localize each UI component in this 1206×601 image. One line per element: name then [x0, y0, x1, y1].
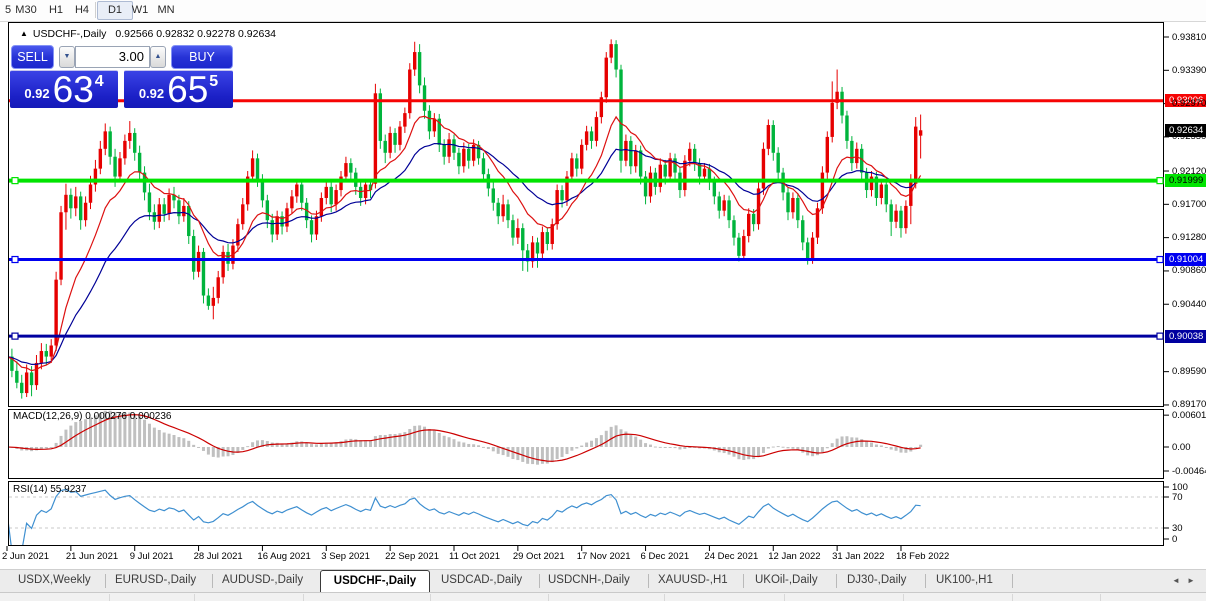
- symbol-tab-bar: USDX,Weekly EURUSD-,Daily AUDUSD-,Daily USD…: [0, 569, 1206, 593]
- tab-separator: [925, 574, 926, 588]
- price-tick-label: 0.91280: [1172, 232, 1206, 244]
- strip-separator: [1012, 594, 1013, 601]
- rsi-name: RSI(14): [13, 484, 48, 495]
- date-tick-label: 22 Sep 2021: [385, 551, 440, 562]
- buy-price-big: 65: [167, 69, 209, 110]
- chart-symbol-label: USDCHF-,Daily: [32, 28, 107, 40]
- strip-separator: [109, 594, 110, 601]
- tab-USDCNH-,Daily[interactable]: USDCNH-,Daily: [548, 574, 630, 586]
- rsi-tick-label: 0: [1172, 533, 1178, 545]
- sell-button[interactable]: SELL: [11, 45, 54, 69]
- bottom-strip: [0, 592, 1206, 601]
- macd-tick-label: 0.00: [1172, 441, 1191, 453]
- date-tick-label: 18 Feb 2022: [895, 551, 950, 562]
- macd-label: MACD(12,26,9) 0.000276 0.000236: [13, 411, 171, 422]
- tab-separator: [212, 574, 213, 588]
- price-tick-label: 0.92120: [1172, 165, 1206, 177]
- tab-UK100-,H1[interactable]: UK100-,H1: [936, 574, 993, 586]
- tab-separator: [539, 574, 540, 588]
- price-tick-label: 0.92970: [1172, 98, 1206, 110]
- tab-USDCHF-,Daily[interactable]: USDCHF-,Daily: [320, 570, 430, 593]
- price-line-label-0.91004: 0.91004: [1165, 253, 1206, 267]
- chevron-down-icon: ▼: [63, 53, 71, 60]
- date-tick-label: 31 Jan 2022: [832, 551, 885, 562]
- timeframe-button-mn[interactable]: MN: [149, 2, 183, 19]
- date-tick-label: 2 Jun 2021: [2, 551, 50, 562]
- timeframe-button-h4[interactable]: H4: [66, 2, 98, 19]
- buy-button[interactable]: BUY: [171, 45, 233, 69]
- toolbar-separator: [95, 2, 96, 18]
- date-tick-label: 28 Jul 2021: [193, 551, 243, 562]
- volume-decrease-button[interactable]: ▼: [59, 46, 75, 68]
- macd-tick-label: -0.00464: [1172, 465, 1206, 477]
- date-tick-label: 11 Oct 2021: [448, 551, 501, 562]
- date-tick-label: 16 Aug 2021: [257, 551, 311, 562]
- tab-DJ30-,Daily[interactable]: DJ30-,Daily: [847, 574, 906, 586]
- date-tick-label: 24 Dec 2021: [704, 551, 759, 562]
- price-tick-label: 0.93390: [1172, 64, 1206, 76]
- macd-pane[interactable]: [8, 409, 1164, 479]
- strip-separator: [548, 594, 549, 601]
- tab-separator: [743, 574, 744, 588]
- macd-name: MACD(12,26,9): [13, 411, 83, 422]
- strip-separator: [1100, 594, 1101, 601]
- tab-separator: [1012, 574, 1013, 588]
- rsi-pane[interactable]: [8, 481, 1164, 546]
- price-tick-label: 0.90860: [1172, 265, 1206, 277]
- rsi-tick-label: 30: [1172, 522, 1183, 534]
- sell-price-sup: 4: [94, 73, 104, 90]
- rsi-label: RSI(14) 55.9237: [13, 484, 86, 495]
- buy-price-prefix: 0.92: [138, 86, 165, 101]
- price-tick-label: 0.90440: [1172, 298, 1206, 310]
- tab-EURUSD-,Daily[interactable]: EURUSD-,Daily: [115, 574, 196, 586]
- price-tick-label: 0.93810: [1172, 31, 1206, 43]
- macd-tick-label: 0.00601: [1172, 409, 1206, 421]
- chart-title: ▲ USDCHF-,Daily 0.92566 0.92832 0.92278 0.…: [20, 28, 276, 40]
- chevron-up-icon: ▲: [154, 53, 162, 60]
- tab-scroll-right-icon[interactable]: ►: [1187, 576, 1195, 585]
- tab-XAUUSD-,H1[interactable]: XAUUSD-,H1: [658, 574, 728, 586]
- strip-separator: [903, 594, 904, 601]
- sell-price-prefix: 0.92: [24, 86, 50, 101]
- volume-increase-button[interactable]: ▲: [150, 46, 166, 68]
- sell-price-display[interactable]: 0.92 63 4: [10, 70, 118, 108]
- strip-separator: [784, 594, 785, 601]
- strip-separator: [664, 594, 665, 601]
- tab-USDCAD-,Daily[interactable]: USDCAD-,Daily: [441, 574, 522, 586]
- date-tick-label: 3 Sep 2021: [321, 551, 370, 562]
- macd-values: 0.000276 0.000236: [85, 411, 172, 422]
- buy-price-display[interactable]: 0.92 65 5: [124, 70, 233, 108]
- buy-price-sup: 5: [209, 73, 219, 90]
- date-tick-label: 9 Jul 2021: [129, 551, 174, 562]
- strip-separator: [194, 594, 195, 601]
- timeframe-toolbar: 5 M30 H1 H4 D1 W1 MN: [0, 0, 1206, 22]
- volume-input[interactable]: 3.00: [75, 46, 150, 68]
- sell-price-big: 63: [52, 69, 94, 110]
- tab-scroll-left-icon[interactable]: ◄: [1172, 576, 1180, 585]
- rsi-tick-label: 70: [1172, 491, 1183, 503]
- tab-separator: [648, 574, 649, 588]
- strip-separator: [303, 594, 304, 601]
- current-price-label: 0.92634: [1165, 123, 1206, 137]
- price-tick-label: 0.91700: [1172, 198, 1206, 210]
- tab-separator: [105, 574, 106, 588]
- rsi-value: 55.9237: [50, 484, 87, 495]
- strip-separator: [430, 594, 431, 601]
- price-tick-label: 0.89590: [1172, 366, 1206, 378]
- tab-separator: [836, 574, 837, 588]
- date-tick-label: 6 Dec 2021: [640, 551, 690, 562]
- date-tick-label: 29 Oct 2021: [512, 551, 565, 562]
- date-tick-label: 12 Jan 2022: [768, 551, 821, 562]
- price-line-label-0.90038: 0.90038: [1165, 329, 1206, 343]
- date-tick-label: 21 Jun 2021: [65, 551, 119, 562]
- tab-USDX,Weekly[interactable]: USDX,Weekly: [18, 574, 91, 586]
- date-tick-label: 17 Nov 2021: [576, 551, 631, 562]
- chart-ohlc-values: 0.92566 0.92832 0.92278 0.92634: [115, 28, 276, 40]
- tab-UKOil-,Daily[interactable]: UKOil-,Daily: [755, 574, 818, 586]
- tab-AUDUSD-,Daily[interactable]: AUDUSD-,Daily: [222, 574, 303, 586]
- trading-platform-window: { "toolbar": { "timeframes": ["5","M30",…: [0, 0, 1206, 601]
- title-marker-icon: ▲: [20, 29, 28, 38]
